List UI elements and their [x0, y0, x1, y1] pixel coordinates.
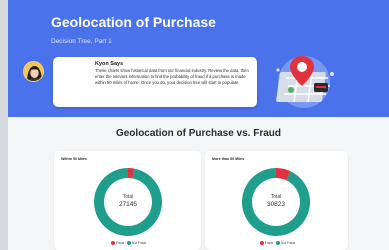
donut-chart: Total 30823 — [242, 168, 310, 236]
hero-banner: Geolocation of Purchase Decision Tree, P… — [8, 0, 389, 117]
message-author: Kyon Says — [95, 61, 124, 67]
page-subtitle: Decision Tree, Part 1 — [51, 38, 112, 45]
legend-label: Fraud — [264, 241, 274, 245]
legend-dot-fraud — [110, 241, 115, 246]
center-total: 27145 — [119, 201, 137, 208]
chart-card-more-than-50: More than 50 Miles Total 30823 Fraud Not… — [205, 151, 348, 250]
section-title: Geolocation of Purchase vs. Fraud — [115, 128, 282, 139]
avatar-image — [24, 62, 43, 81]
donut-slice-fraud — [127, 168, 135, 179]
message-text: These charts show historical data from o… — [95, 68, 249, 85]
left-rail — [0, 0, 8, 250]
chart-legend: Fraud Not Fraud — [54, 241, 201, 246]
map-pin-illustration — [276, 56, 334, 108]
donut-slice-fraud — [275, 168, 291, 181]
center-label: Total — [271, 194, 282, 200]
page-title: Geolocation of Purchase — [51, 14, 216, 30]
donut-chart: Total 27145 — [94, 168, 162, 236]
legend-label: Not Fraud — [281, 241, 296, 245]
legend-label: Fraud — [115, 241, 125, 245]
center-label: Total — [123, 194, 134, 200]
page: Geolocation of Purchase Decision Tree, P… — [0, 0, 389, 250]
legend-dot-not-fraud — [276, 241, 281, 246]
chart-card-within-50: Within 50 Miles Total 27145 Fraud Not Fr… — [54, 151, 201, 250]
kyon-message-card: Kyon Says These charts show historical d… — [53, 57, 257, 107]
chart-legend: Fraud Not Fraud — [205, 241, 348, 246]
legend-label: Not Fraud — [132, 241, 147, 245]
legend-dot-not-fraud — [127, 241, 132, 246]
avatar — [23, 61, 44, 82]
center-total: 30823 — [267, 201, 285, 208]
legend-dot-fraud — [259, 241, 264, 246]
